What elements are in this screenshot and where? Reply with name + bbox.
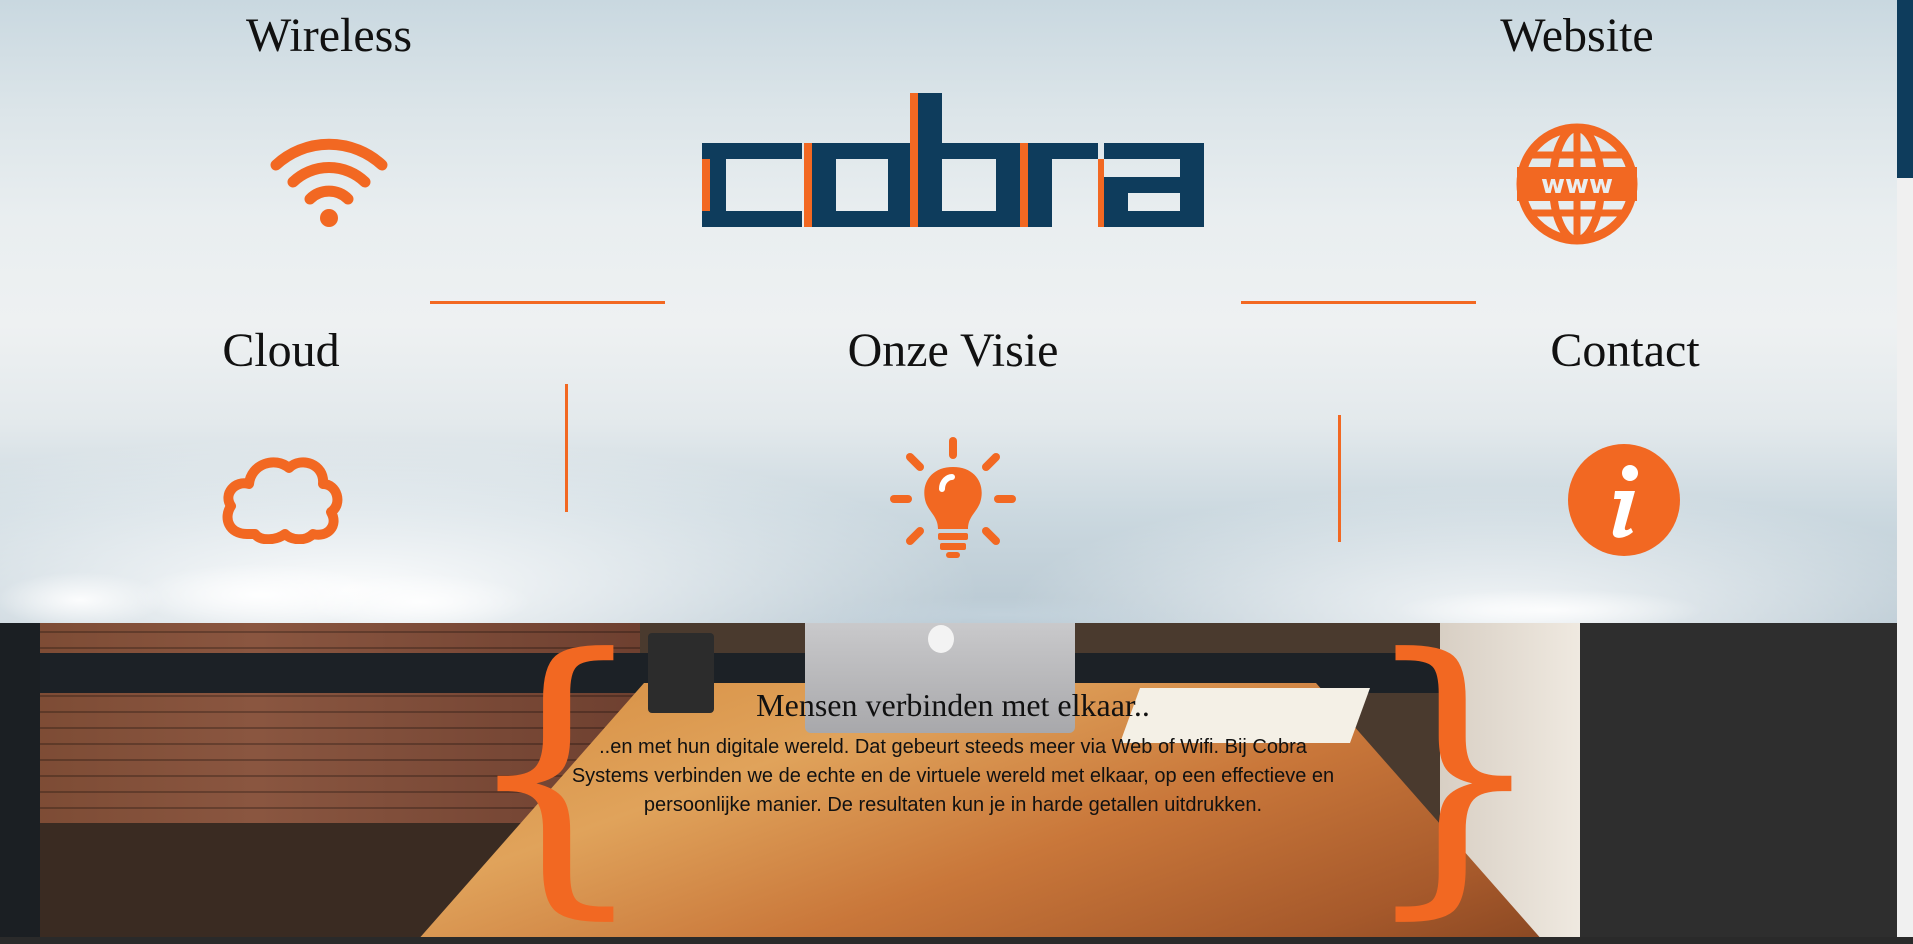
connector-line — [430, 301, 665, 304]
svg-text:www: www — [1541, 170, 1613, 200]
connector-line — [1241, 301, 1476, 304]
info-icon[interactable] — [1567, 443, 1681, 557]
tile-contact-title[interactable]: Contact — [1550, 327, 1699, 375]
scrollbar-track[interactable] — [1897, 178, 1913, 937]
quote-title: Mensen verbinden met elkaar.. — [756, 687, 1150, 723]
tile-website-title[interactable]: Website — [1500, 12, 1653, 60]
connector-line — [565, 384, 568, 512]
lightbulb-icon[interactable] — [890, 437, 1016, 563]
tile-cloud-title[interactable]: Cloud — [222, 327, 339, 375]
cloud-icon[interactable] — [219, 450, 343, 544]
tile-wireless-title[interactable]: Wireless — [246, 12, 412, 60]
scrollbar-thumb[interactable] — [1897, 0, 1913, 178]
tile-visie-title[interactable]: Onze Visie — [848, 327, 1059, 375]
connector-line — [1338, 415, 1341, 542]
wifi-icon[interactable] — [268, 133, 390, 229]
right-brace-decoration: } — [1358, 595, 1549, 944]
quote-text: ..en met hun digitale wereld. Dat gebeur… — [571, 736, 1335, 816]
globe-www-icon[interactable]: www — [1515, 121, 1639, 247]
cobra-logo[interactable] — [702, 93, 1204, 227]
